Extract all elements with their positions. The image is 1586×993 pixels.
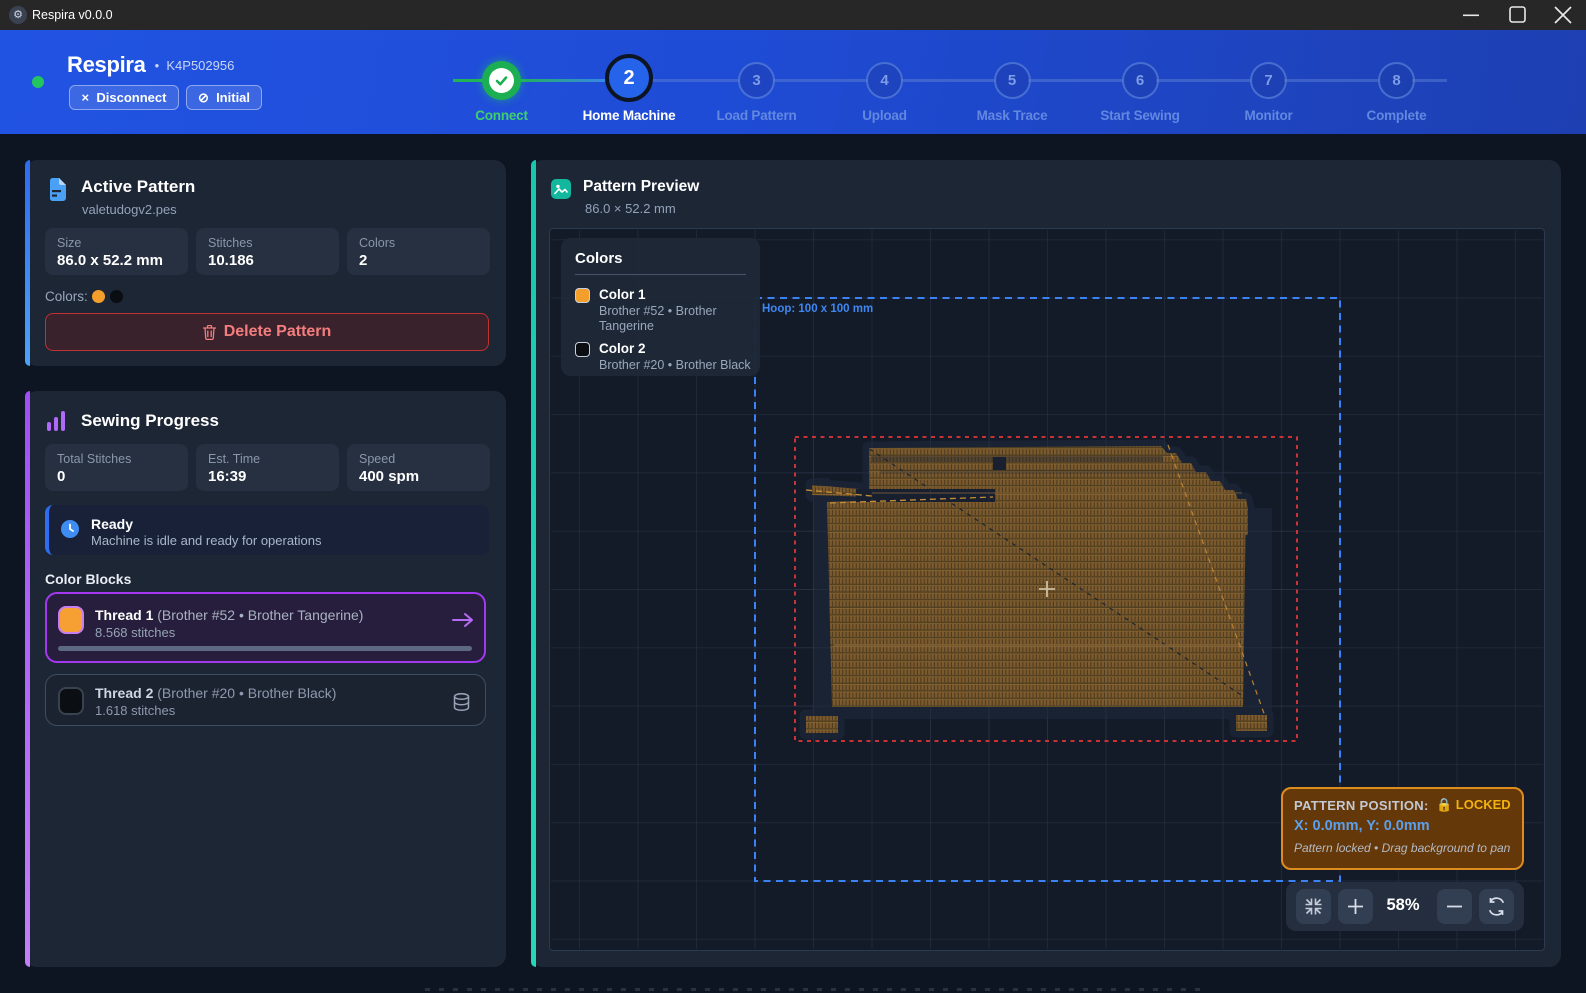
svg-text:Hoop: 100 x 100 mm: Hoop: 100 x 100 mm <box>762 303 873 315</box>
